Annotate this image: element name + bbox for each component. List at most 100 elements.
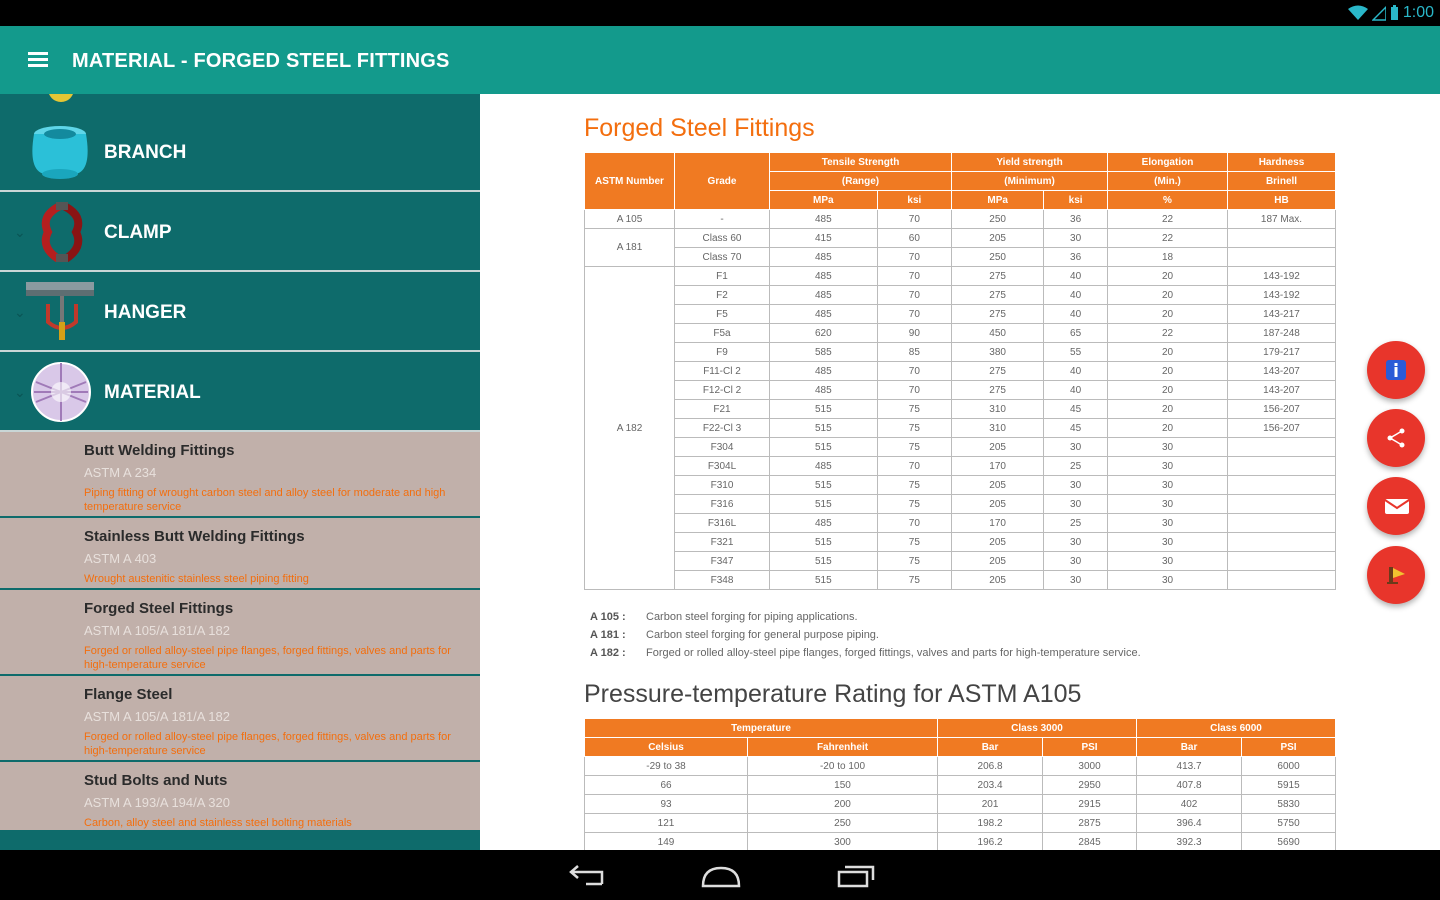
cell-el: 30 (1107, 513, 1228, 533)
rate-fab[interactable] (1367, 546, 1425, 604)
clamp-icon (41, 202, 83, 262)
cell-c: 149 (584, 832, 748, 850)
header-tensile-sub: (Range) (768, 171, 953, 191)
cell-y-mpa: 205 (951, 228, 1045, 248)
cell-grade: F310 (674, 475, 770, 495)
cell-hb: 143-217 (1227, 304, 1336, 324)
header-class3000: Class 3000 (937, 718, 1137, 738)
header-elongation-sub: (Min.) (1107, 171, 1228, 191)
cell-el: 30 (1107, 570, 1228, 590)
sidebar-previous-item[interactable] (0, 94, 480, 112)
list-item[interactable]: Forged Steel Fittings ASTM A 105/A 181/A… (0, 590, 480, 676)
back-icon[interactable] (566, 862, 606, 890)
list-item-title: Butt Welding Fittings (84, 442, 235, 459)
cell-grade: Class 70 (674, 247, 770, 267)
header-bar: Bar (1135, 737, 1243, 757)
cell-y-mpa: 310 (951, 399, 1045, 419)
cell-t-mpa: 485 (769, 247, 878, 267)
share-icon (1387, 428, 1405, 448)
cell-t-ksi: 90 (876, 323, 953, 343)
cell-p3: 2950 (1042, 775, 1137, 795)
cell-t-mpa: 485 (769, 304, 878, 324)
cell-y-ksi: 40 (1043, 361, 1108, 381)
sidebar-item-hanger[interactable]: ⌄ HANGER (0, 272, 480, 352)
cell-grade: F321 (674, 532, 770, 552)
cell-b6: 407.8 (1135, 775, 1243, 795)
cell-t-ksi: 70 (876, 266, 953, 286)
chevron-down-icon: ⌄ (14, 224, 26, 240)
list-item[interactable]: Butt Welding Fittings ASTM A 234 Piping … (0, 432, 480, 518)
sidebar-item-label: HANGER (104, 302, 187, 323)
cell-y-mpa: 205 (951, 494, 1045, 514)
cell-t-mpa: 515 (769, 532, 878, 552)
list-item[interactable]: Stud Bolts and Nuts ASTM A 193/A 194/A 3… (0, 762, 480, 832)
cell-y-mpa: 170 (951, 513, 1045, 533)
table-row: 149 300 196.2 2845 392.3 5690 (584, 832, 1336, 850)
email-icon (1384, 499, 1410, 514)
cell-b6: 402 (1135, 794, 1243, 814)
cell-t-ksi: 75 (876, 570, 953, 590)
content-pane[interactable]: Forged Steel Fittings ASTM Number Grade … (480, 94, 1440, 850)
sidebar-item-material[interactable]: ⌄ MATERIAL (0, 352, 480, 432)
sidebar-item-label: BRANCH (104, 142, 187, 163)
cell-grade: F5 (674, 304, 770, 324)
cell-t-mpa: 515 (769, 570, 878, 590)
table-row: Class 70 485 70 250 36 18 (585, 247, 1336, 267)
cell-t-mpa: 485 (769, 380, 878, 400)
home-icon[interactable] (700, 862, 742, 890)
table-row: F316 515 75 205 30 30 (585, 494, 1336, 514)
cell-hb (1227, 551, 1336, 571)
list-item[interactable]: Stainless Butt Welding Fittings ASTM A 4… (0, 518, 480, 590)
cell-el: 20 (1107, 342, 1228, 362)
material-icon (31, 362, 91, 422)
table-row: F11-Cl 2 485 70 275 40 20 143-207 (585, 361, 1336, 381)
status-bar: 1:00 (0, 0, 1440, 26)
cell-y-ksi: 65 (1043, 323, 1108, 343)
cell-el: 30 (1107, 456, 1228, 476)
table-row: F9 585 85 380 55 20 179-217 (585, 342, 1336, 362)
cell-p3: 2875 (1042, 813, 1137, 833)
header-grade: Grade (674, 152, 770, 210)
cell-y-mpa: 250 (951, 247, 1045, 267)
email-fab[interactable] (1367, 477, 1425, 535)
header-astm: ASTM Number (584, 152, 675, 210)
app-title: MATERIAL - FORGED STEEL FITTINGS (72, 50, 450, 72)
status-time: 1:00 (1402, 4, 1434, 21)
cell-hb: 156-207 (1227, 399, 1336, 419)
info-fab[interactable] (1367, 341, 1425, 399)
cell-grade: F2 (674, 285, 770, 305)
cell-y-mpa: 275 (951, 285, 1045, 305)
note-row: A 182 : Forged or rolled alloy-steel pipe… (590, 644, 1141, 662)
cell-y-ksi: 40 (1043, 266, 1108, 286)
sidebar-next-item[interactable] (0, 832, 480, 850)
share-fab[interactable] (1367, 409, 1425, 467)
cell-t-ksi: 75 (876, 494, 953, 514)
notes: A 105 : Carbon steel forging for piping a… (590, 608, 1141, 662)
recent-apps-icon[interactable] (836, 862, 876, 890)
cell-t-ksi: 75 (876, 532, 953, 552)
cell-t-ksi: 75 (876, 475, 953, 495)
cell-grade: F304 (674, 437, 770, 457)
sidebar: BRANCH ⌄ CLAMP ⌄ HANGER ⌄ MATERIAL Butt … (0, 94, 480, 850)
cell-t-ksi: 70 (876, 285, 953, 305)
branch-icon (32, 126, 88, 179)
cell-hb: 143-192 (1227, 285, 1336, 305)
cell-y-mpa: 450 (951, 323, 1045, 343)
list-item-title: Flange Steel (84, 686, 173, 703)
header-yield: Yield strength (951, 152, 1108, 172)
cell-t-mpa: 515 (769, 399, 878, 419)
menu-icon[interactable] (28, 52, 48, 68)
cell-y-ksi: 30 (1043, 551, 1108, 571)
cell-grade: F22-Cl 3 (674, 418, 770, 438)
cell-b3: 198.2 (936, 813, 1044, 833)
cell-y-mpa: 275 (951, 380, 1045, 400)
page-title: Forged Steel Fittings (584, 114, 815, 142)
sidebar-item-clamp[interactable]: ⌄ CLAMP (0, 192, 480, 272)
cell-grade: F347 (674, 551, 770, 571)
cell-t-ksi: 70 (876, 361, 953, 381)
cell-t-mpa: 485 (769, 361, 878, 381)
table-row: 66 150 203.4 2950 407.8 5915 (584, 775, 1336, 795)
list-item-description: Forged or rolled alloy-steel pipe flange… (84, 645, 451, 671)
sidebar-item-branch[interactable]: BRANCH (0, 112, 480, 192)
list-item[interactable]: Flange Steel ASTM A 105/A 181/A 182 Forg… (0, 676, 480, 762)
